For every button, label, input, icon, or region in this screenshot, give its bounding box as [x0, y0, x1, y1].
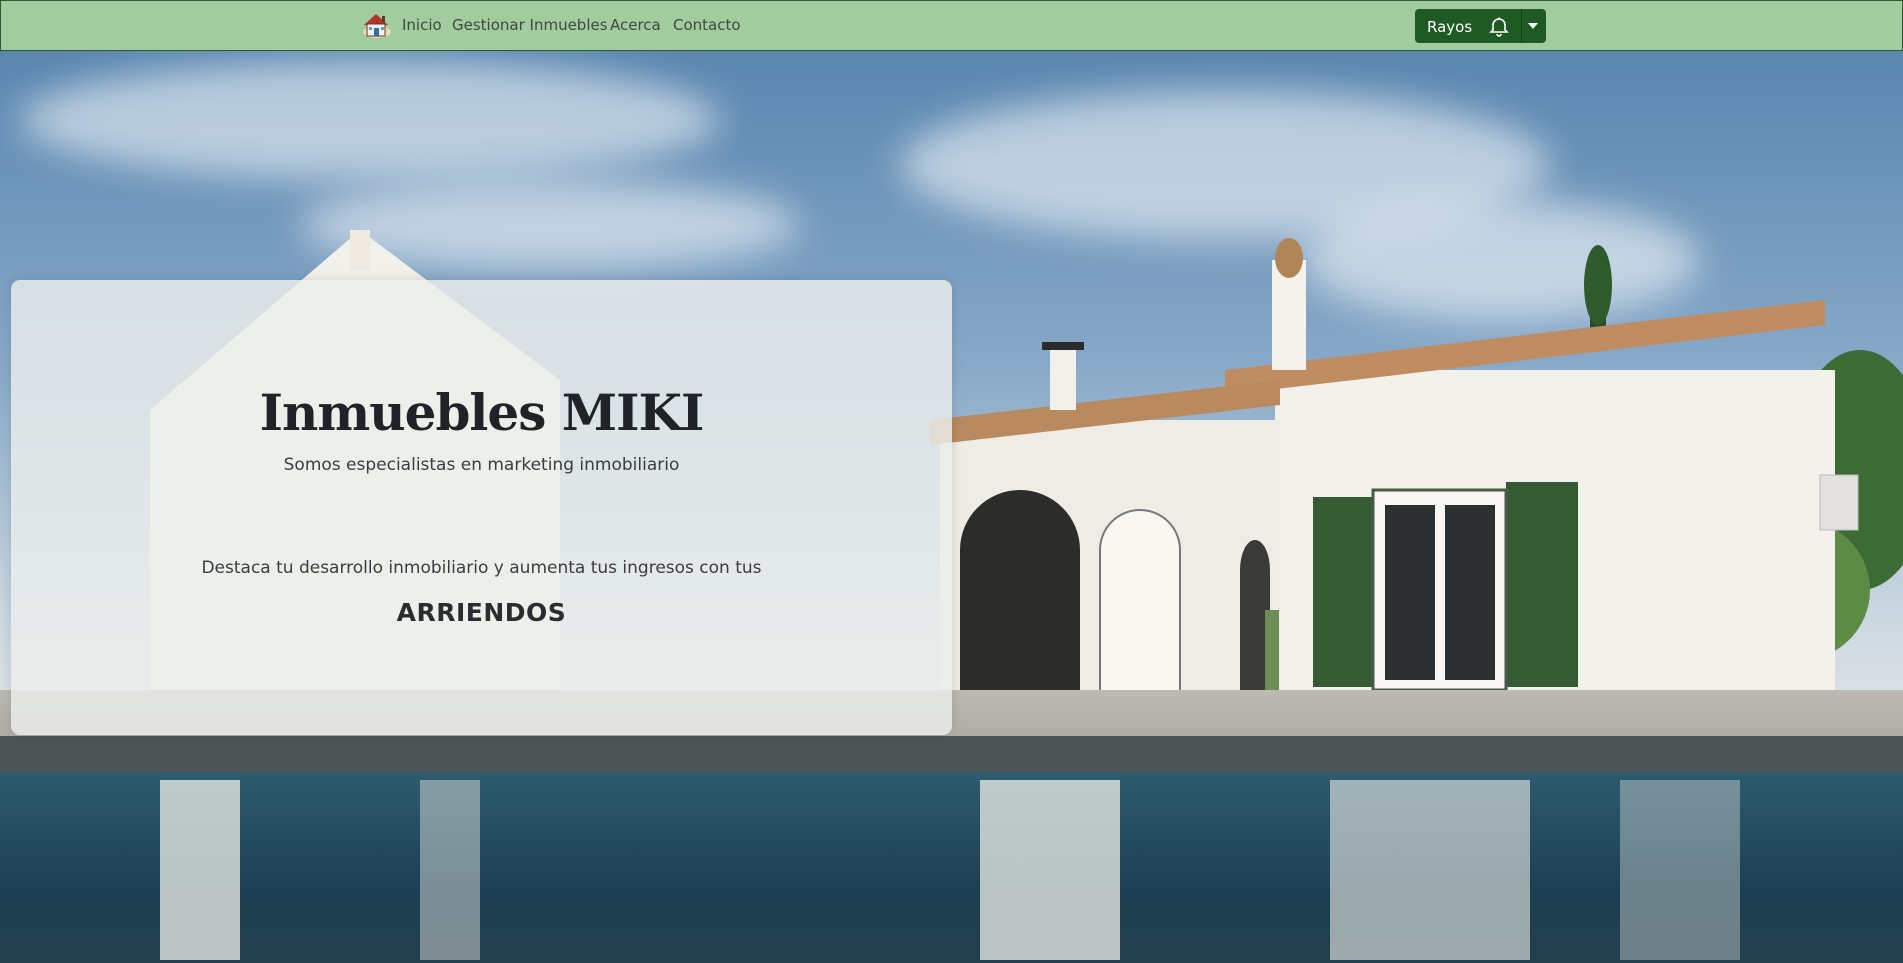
house-logo-icon[interactable] [360, 10, 392, 40]
hero-description: Destaca tu desarrollo inmobiliario y aum… [201, 558, 762, 578]
nav-link-acerca[interactable]: Acerca [610, 16, 661, 34]
nav-link-inicio[interactable]: Inicio [402, 16, 442, 34]
top-navbar: Inicio Gestionar Inmuebles Acerca Contac… [0, 0, 1903, 51]
hero-subtitle: Somos especialistas en marketing inmobil… [283, 455, 680, 475]
hero-card: Inmuebles MIKI Somos especialistas en ma… [11, 280, 952, 735]
caret-down-icon[interactable] [1528, 23, 1538, 29]
nav-link-gestionar-inmuebles[interactable]: Gestionar Inmuebles [452, 16, 608, 34]
button-divider [1521, 9, 1522, 43]
hero-title: Inmuebles MIKI [259, 383, 705, 442]
user-menu-group: Rayos [1415, 9, 1546, 43]
hero-highlight: ARRIENDOS [396, 598, 567, 627]
nav-link-contacto[interactable]: Contacto [673, 16, 741, 34]
user-name-button[interactable]: Rayos [1427, 18, 1472, 36]
bell-icon[interactable] [1488, 15, 1510, 37]
